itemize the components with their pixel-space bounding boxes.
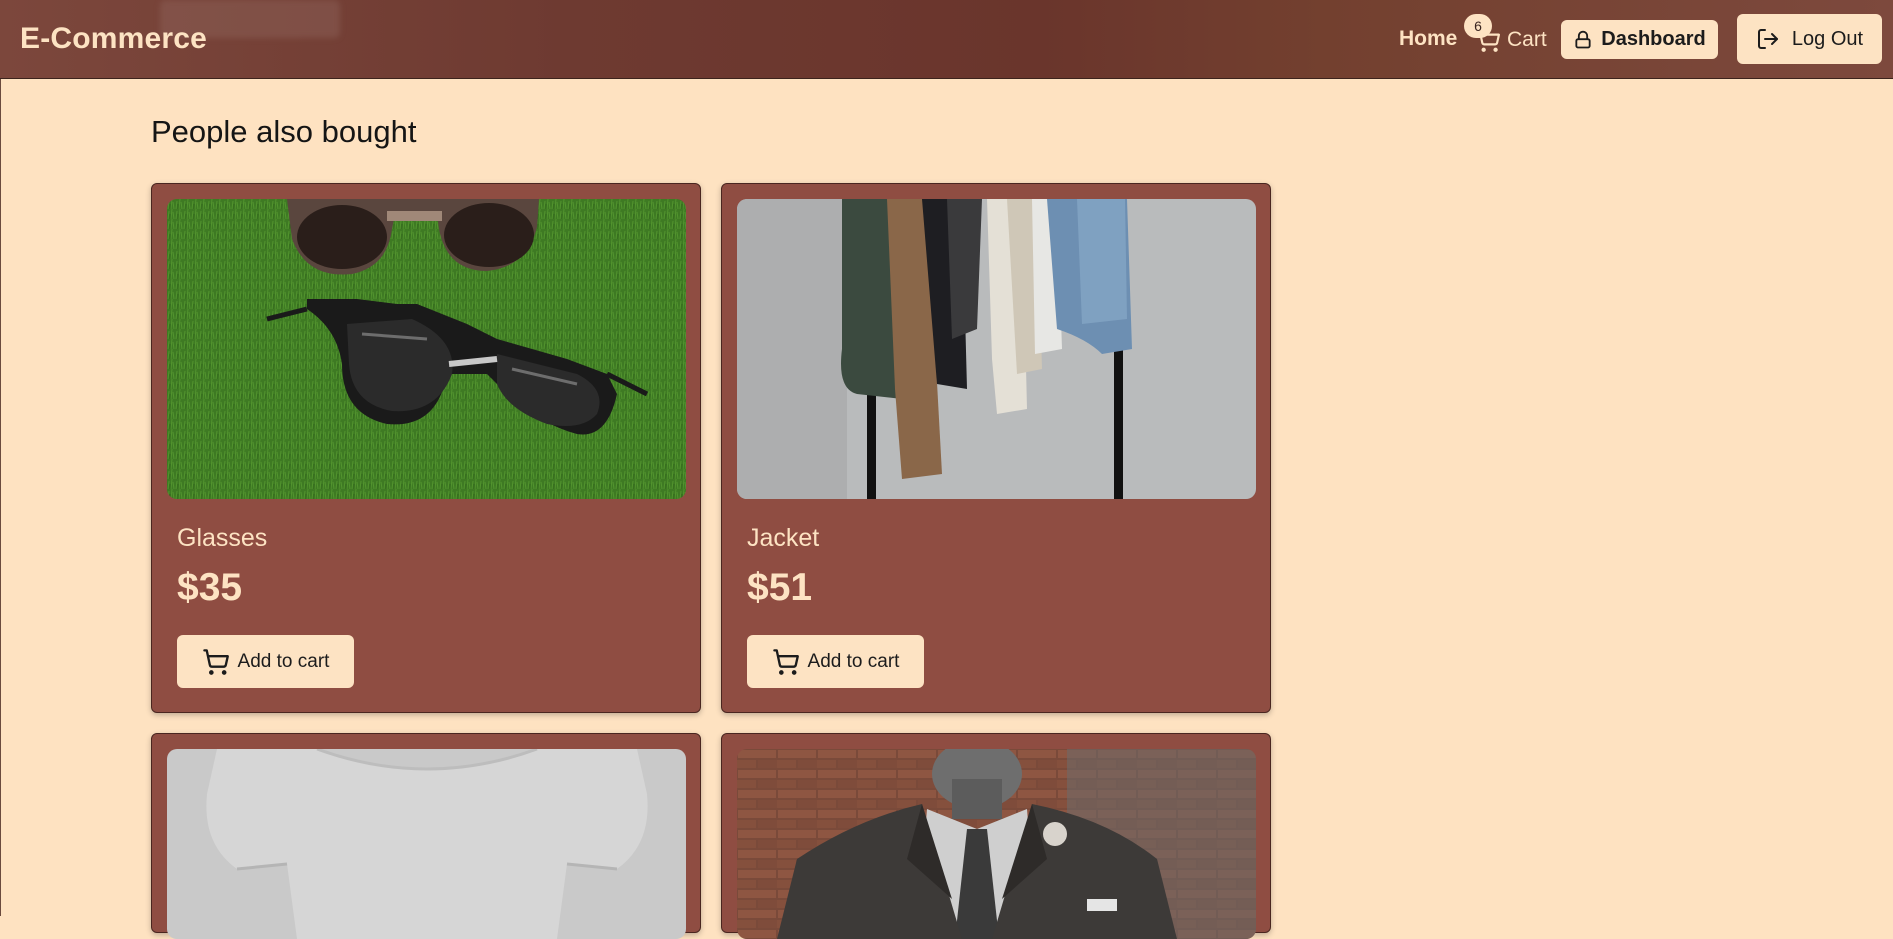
- product-name: Glasses: [177, 524, 268, 552]
- jackets-image: [737, 199, 1256, 499]
- nav-cart-label: Cart: [1507, 28, 1547, 51]
- dashboard-label: Dashboard: [1601, 28, 1706, 50]
- product-image-suit[interactable]: [737, 749, 1256, 939]
- product-card: [721, 733, 1271, 939]
- add-to-cart-button[interactable]: Add to cart: [177, 635, 354, 688]
- page-edge: [0, 79, 1, 916]
- cart-icon: [772, 648, 799, 675]
- cart-icon: [202, 648, 229, 675]
- product-image-jacket[interactable]: [737, 199, 1256, 499]
- lock-icon: [1575, 30, 1591, 48]
- tshirt-image: [167, 749, 686, 939]
- add-to-cart-label: Add to cart: [807, 650, 900, 672]
- product-card: Jacket $51 Add to cart: [721, 183, 1271, 713]
- add-to-cart-button[interactable]: Add to cart: [747, 635, 924, 688]
- logout-label: Log Out: [1791, 27, 1864, 50]
- top-navbar: E-Commerce Home Cart 6 Dashboard Log Out: [0, 0, 1893, 79]
- nav-home-link[interactable]: Home: [1399, 27, 1457, 51]
- product-name: Jacket: [747, 524, 820, 552]
- brand-logo[interactable]: E-Commerce: [20, 22, 207, 56]
- product-image-glasses[interactable]: [167, 199, 686, 499]
- product-image-tshirt[interactable]: [167, 749, 686, 939]
- sunglasses-image: [167, 199, 686, 499]
- suit-image: [737, 749, 1256, 939]
- section-title: People also bought: [151, 114, 417, 149]
- product-card: [151, 733, 701, 939]
- product-price: $35: [177, 566, 243, 609]
- add-to-cart-label: Add to cart: [237, 650, 330, 672]
- logout-icon: [1757, 29, 1778, 49]
- product-card: Glasses $35 Add to cart: [151, 183, 701, 713]
- logout-button[interactable]: Log Out: [1737, 14, 1882, 64]
- cart-count-badge: 6: [1464, 14, 1492, 38]
- dashboard-button[interactable]: Dashboard: [1561, 20, 1718, 59]
- product-price: $51: [747, 566, 813, 609]
